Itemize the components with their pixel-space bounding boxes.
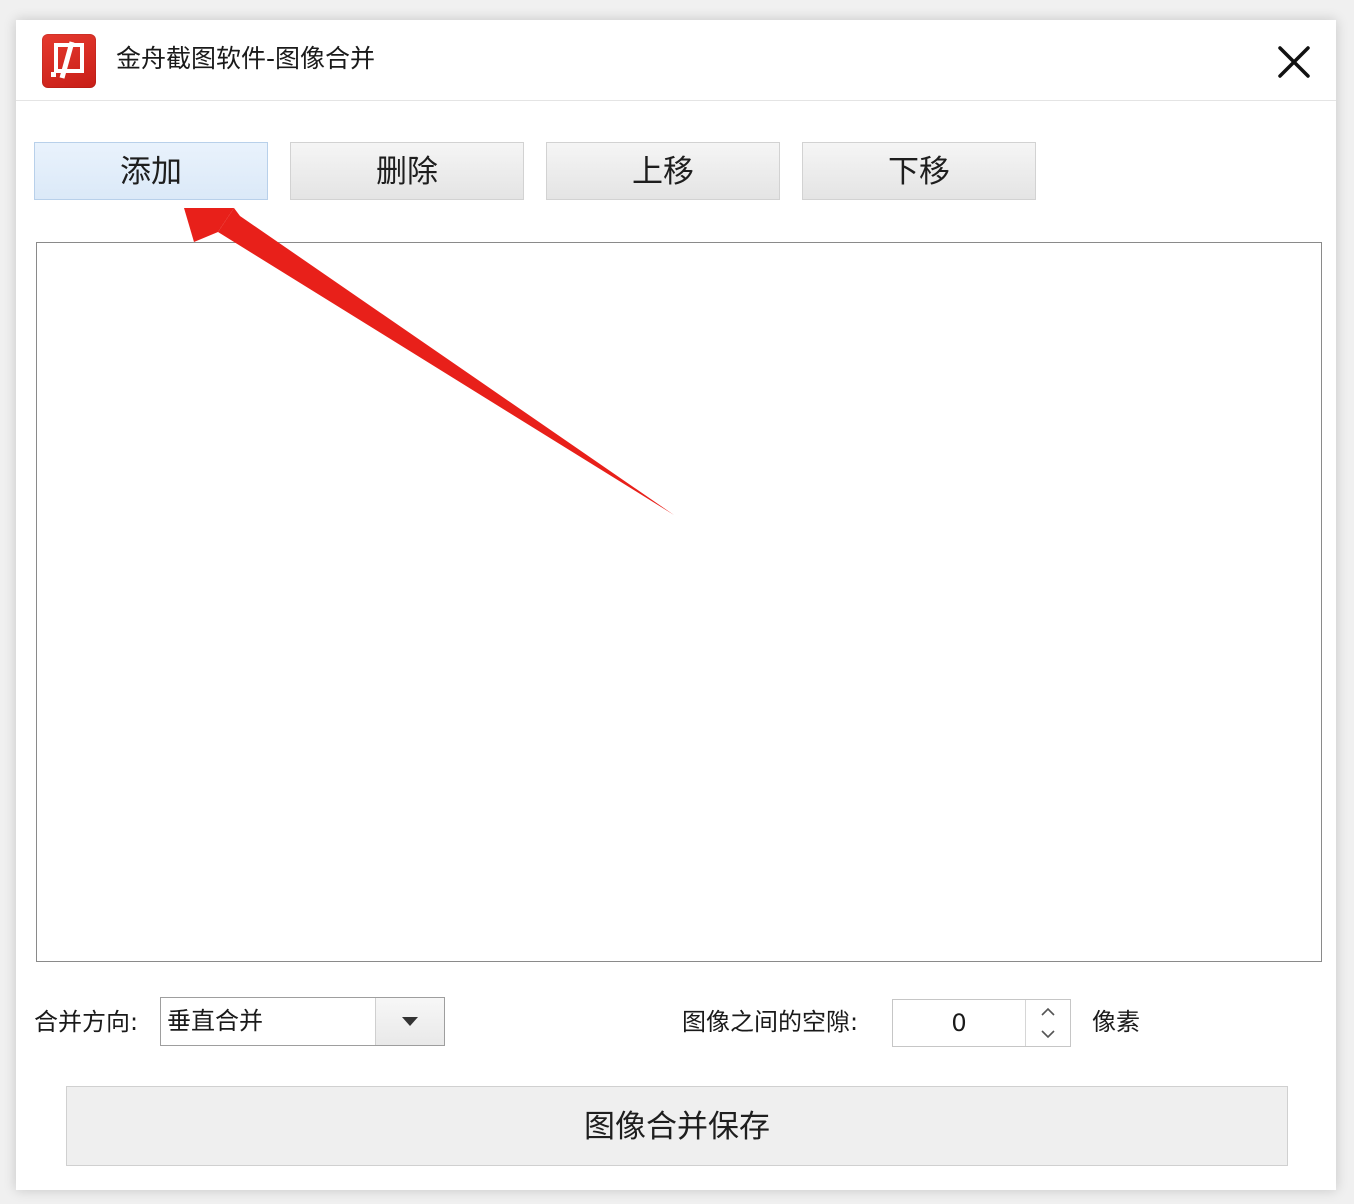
spacing-unit-label: 像素	[1092, 1008, 1140, 1036]
spacing-spin-buttons	[1025, 1000, 1070, 1046]
add-button[interactable]: 添加	[34, 142, 268, 200]
spacing-input[interactable]	[893, 1000, 1025, 1046]
merge-direction-value: 垂直合并	[167, 1007, 263, 1035]
merge-direction-label: 合并方向:	[34, 1008, 139, 1036]
chevron-up-icon	[1041, 1007, 1055, 1016]
title-bar: 金舟截图软件-图像合并	[16, 20, 1336, 101]
move-up-button[interactable]: 上移	[546, 142, 780, 200]
spacing-stepper[interactable]	[892, 999, 1071, 1047]
spacing-label: 图像之间的空隙:	[682, 1008, 859, 1036]
merge-direction-dropdown-button[interactable]	[375, 998, 444, 1045]
chevron-down-icon	[402, 1017, 418, 1026]
delete-button[interactable]: 删除	[290, 142, 524, 200]
merge-direction-select[interactable]: 垂直合并	[160, 997, 445, 1046]
spacing-decrement-button[interactable]	[1026, 1023, 1070, 1046]
close-button[interactable]	[1272, 40, 1316, 84]
app-logo-icon	[42, 34, 96, 88]
spacing-increment-button[interactable]	[1026, 1000, 1070, 1023]
close-icon	[1278, 46, 1310, 78]
move-down-button[interactable]: 下移	[802, 142, 1036, 200]
window-title: 金舟截图软件-图像合并	[116, 44, 376, 73]
image-merge-dialog: 金舟截图软件-图像合并 添加 删除 上移 下移 合并方向: 垂直合并 图像之间的…	[16, 20, 1336, 1190]
image-list-panel[interactable]	[36, 242, 1322, 962]
merge-save-button[interactable]: 图像合并保存	[66, 1086, 1288, 1166]
chevron-down-icon	[1041, 1030, 1055, 1039]
